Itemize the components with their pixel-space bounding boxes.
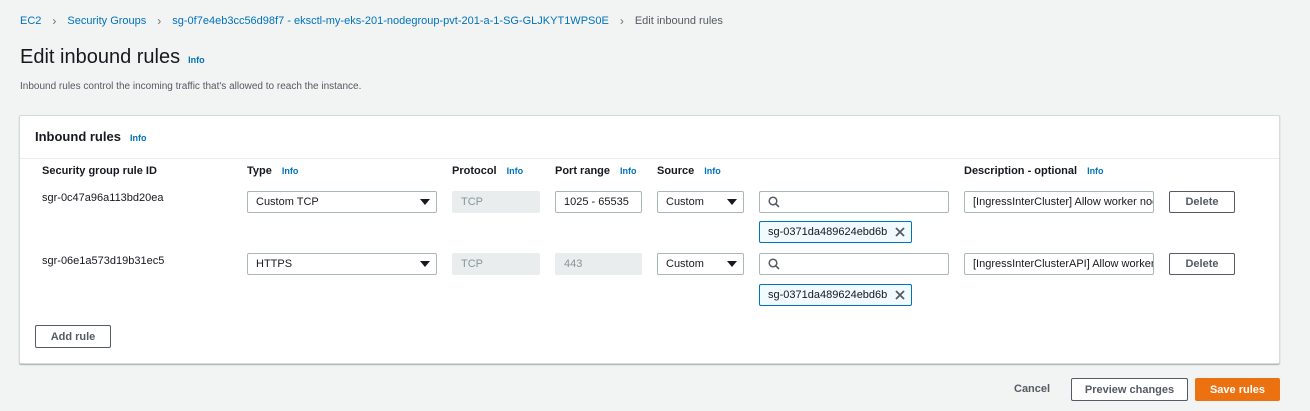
column-header-port-range-label: Port range [555,165,611,177]
column-header-rule-id: Security group rule ID [42,165,157,177]
description-value: [IngressInterClusterAPI] Allow worker no… [973,258,1154,270]
description-info-link[interactable]: Info [1087,166,1104,176]
inbound-rules-panel: Inbound rules Info [19,115,1280,364]
search-icon [768,196,780,208]
rule-id: sgr-0c47a96a113bd20ea [42,192,164,204]
caret-down-icon [420,261,430,267]
description-value: [IngressInterCluster] Allow worker nodes [973,196,1154,208]
source-select[interactable]: Custom [657,191,744,213]
source-select[interactable]: Custom [657,253,744,275]
column-header-port-range: Port range Info [555,165,637,177]
port-range-value: 1025 - 65535 [564,196,629,208]
caret-down-icon [727,199,737,205]
protocol-value: TCP [461,196,483,208]
protocol-field: TCP [452,191,540,213]
column-header-source: Source Info [657,165,721,177]
page-description: Inbound rules control the incoming traff… [20,81,362,92]
type-select-value: Custom TCP [256,196,319,208]
breadcrumb: EC2 › Security Groups › sg-0f7e4eb3cc56d… [20,14,723,28]
column-header-protocol: Protocol Info [452,165,523,177]
description-input[interactable]: [IngressInterCluster] Allow worker nodes [964,191,1154,213]
breadcrumb-current: Edit inbound rules [634,15,723,27]
column-header-description-label: Description - optional [964,165,1078,177]
port-range-info-link[interactable]: Info [620,166,637,176]
source-token-label: sg-0371da489624ebd6b [768,289,888,301]
protocol-value: TCP [461,258,483,270]
cancel-button[interactable]: Cancel [1014,383,1050,395]
chevron-right-icon: › [619,14,624,28]
protocol-field: TCP [452,253,540,275]
close-icon[interactable] [895,227,905,237]
type-select-value: HTTPS [256,258,293,270]
source-token-label: sg-0371da489624ebd6b [768,226,888,238]
caret-down-icon [420,199,430,205]
breadcrumb-security-groups[interactable]: Security Groups [67,15,146,27]
protocol-info-link[interactable]: Info [507,166,524,176]
chevron-right-icon: › [52,14,57,28]
port-range-input[interactable]: 1025 - 65535 [555,191,642,213]
breadcrumb-ec2[interactable]: EC2 [20,15,41,27]
column-header-source-label: Source [657,165,695,177]
panel-title: Inbound rules [35,129,121,144]
port-range-field: 443 [555,253,642,275]
page-header: Edit inbound rules Info [20,46,205,69]
rule-id: sgr-06e1a573d19b31ec5 [42,255,165,267]
delete-rule-button[interactable]: Delete [1169,191,1235,213]
type-select[interactable]: Custom TCP [247,191,437,213]
save-rules-button[interactable]: Save rules [1195,378,1280,401]
source-info-link[interactable]: Info [704,166,721,176]
column-header-description: Description - optional Info [964,165,1104,177]
source-search-input[interactable] [759,191,949,213]
column-header-type: Type Info [247,165,298,177]
column-header-protocol-label: Protocol [452,165,497,177]
page-info-link[interactable]: Info [188,55,205,65]
preview-changes-button[interactable]: Preview changes [1071,378,1188,401]
port-range-value: 443 [564,258,583,270]
source-token: sg-0371da489624ebd6b [759,284,912,306]
caret-down-icon [727,261,737,267]
panel-header: Inbound rules Info [20,116,1279,159]
source-select-value: Custom [666,196,704,208]
source-select-value: Custom [666,258,704,270]
column-header-type-label: Type [247,165,272,177]
search-icon [768,258,780,270]
panel-info-link[interactable]: Info [130,133,147,143]
source-search-input[interactable] [759,253,949,275]
source-token: sg-0371da489624ebd6b [759,221,912,243]
description-input[interactable]: [IngressInterClusterAPI] Allow worker no… [964,253,1154,275]
type-info-link[interactable]: Info [282,166,299,176]
type-select[interactable]: HTTPS [247,253,437,275]
breadcrumb-security-group[interactable]: sg-0f7e4eb3cc56d98f7 - eksctl-my-eks-201… [172,15,609,27]
delete-rule-button[interactable]: Delete [1169,253,1235,275]
page-title: Edit inbound rules [20,46,181,68]
close-icon[interactable] [895,290,905,300]
add-rule-button[interactable]: Add rule [35,325,111,348]
chevron-right-icon: › [157,14,162,28]
